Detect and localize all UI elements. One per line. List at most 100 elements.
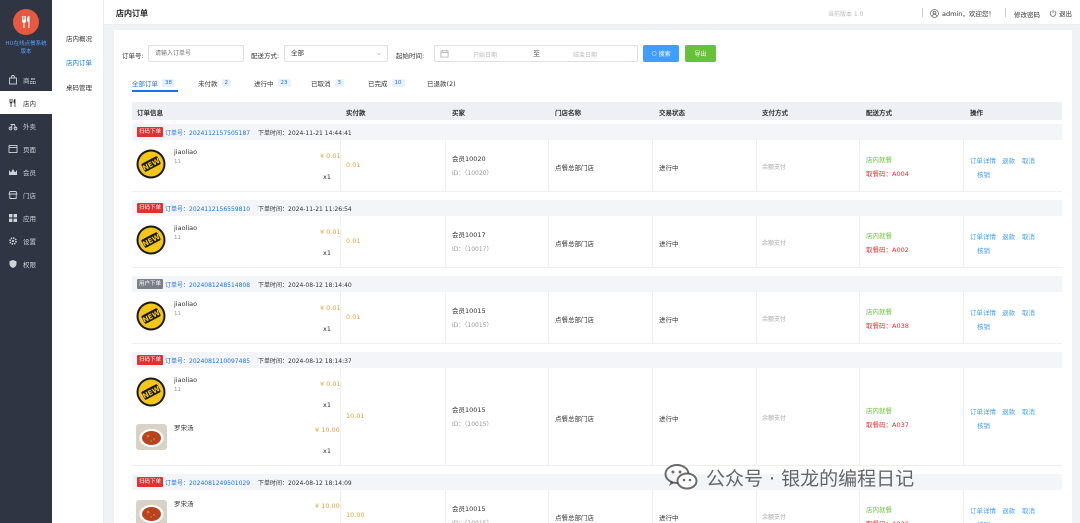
order-time: 下单时间：2024-08-12 18:14:40 <box>258 282 352 289</box>
nav-item-label: 商品 <box>23 76 36 85</box>
order-number[interactable]: 订单号：2024112157505187 <box>165 128 250 137</box>
nav-item-8[interactable]: 权限 <box>0 252 52 275</box>
column-divider <box>548 490 549 523</box>
order-number[interactable]: 订单号：2024081249501029 <box>165 478 250 487</box>
refund-link[interactable]: 退款 <box>1002 307 1015 317</box>
new-badge-product-image: NEW <box>136 149 166 179</box>
tab-1[interactable]: 未付款 2 <box>198 78 231 88</box>
buyer-id: ID：（10020） <box>452 170 493 177</box>
verify-link[interactable]: 核销 <box>977 245 990 255</box>
subnav-overview[interactable]: 店内概况 <box>66 33 92 43</box>
tab-2[interactable]: 进行中 23 <box>254 78 291 88</box>
subnav-orders[interactable]: 店内订单 <box>66 57 92 67</box>
tab-4[interactable]: 已完成 10 <box>368 78 405 88</box>
nav-item-2[interactable]: 外卖 <box>0 114 52 137</box>
refund-link[interactable]: 退款 <box>1002 406 1015 416</box>
watermark-text: 公众号 · 银龙的编程日记 <box>706 467 915 490</box>
verify-link[interactable]: 核销 <box>977 321 990 331</box>
cancel-link[interactable]: 取消 <box>1022 406 1035 416</box>
start-date[interactable]: 开始日期 <box>473 50 497 59</box>
trade-status: 进行中 <box>659 514 679 522</box>
app-logo-icon[interactable] <box>13 9 39 35</box>
brand-name: HU在线点餐系统 版本 <box>5 41 47 55</box>
buyer-name[interactable]: 会员10015 <box>452 305 486 315</box>
nav-item-label: 设置 <box>23 237 36 246</box>
cancel-link[interactable]: 取消 <box>1022 155 1035 165</box>
user-info[interactable]: admin，欢迎您！ <box>930 8 995 18</box>
column-divider <box>859 216 860 267</box>
tab-3[interactable]: 已取消 3 <box>311 78 344 88</box>
column-divider <box>756 292 757 343</box>
sub-sidebar: 店内概况 店内订单 桌码管理 <box>52 0 104 523</box>
order-number[interactable]: 订单号：2024081248514808 <box>165 280 250 289</box>
search-button[interactable]: ○ 搜索 <box>643 45 679 62</box>
nav-item-4[interactable]: 会员 <box>0 160 52 183</box>
tab-0[interactable]: 全部订单 38 <box>132 78 175 88</box>
column-divider <box>548 368 549 465</box>
order-group-header: 扫码下单 订单号：2024112156559810 下单时间：2024-11-21 … <box>132 200 1062 216</box>
product-quantity: x1 <box>323 173 331 181</box>
delivery-select[interactable]: 全部 ⌄ <box>284 45 388 62</box>
date-range-picker[interactable]: 开始日期 至 结束日期 <box>434 45 638 62</box>
pickup-code: 取餐码：A036 <box>866 518 909 523</box>
store-name: 点餐总部门店 <box>555 415 594 423</box>
refund-link[interactable]: 退款 <box>1002 231 1015 241</box>
payment-method: 余额支付 <box>762 514 787 521</box>
order-detail-link[interactable]: 订单详情 <box>970 231 996 241</box>
verify-link[interactable]: 核销 <box>977 169 990 179</box>
order-source-badge: 扫码下单 <box>137 477 164 487</box>
order-number[interactable]: 订单号：2024081210097485 <box>165 356 250 365</box>
order-number[interactable]: 订单号：2024112156559810 <box>165 204 250 213</box>
nav-item-5[interactable]: 门店 <box>0 183 52 206</box>
nav-item-1[interactable]: 店内 <box>0 91 52 114</box>
crown-icon <box>8 167 18 177</box>
buyer-name[interactable]: 会员10020 <box>452 153 486 163</box>
payment-method: 余额支付 <box>762 164 787 171</box>
column-divider <box>963 490 964 523</box>
order-detail-link[interactable]: 订单详情 <box>970 307 996 317</box>
refund-link[interactable]: 退款 <box>1002 505 1015 515</box>
main-nav: 商品店内 外卖 页面 会员 门店 应用设置权限 <box>0 68 52 275</box>
order-detail-link[interactable]: 订单详情 <box>970 155 996 165</box>
change-password-link[interactable]: 修改密码 <box>1014 9 1040 19</box>
header-divider <box>922 8 923 17</box>
nav-item-0[interactable]: 商品 <box>0 68 52 91</box>
tab-5[interactable]: 已退款(2) <box>427 78 456 88</box>
order-source-badge: 用户下单 <box>137 279 164 289</box>
verify-link[interactable]: 核销 <box>977 519 990 523</box>
cancel-link[interactable]: 取消 <box>1022 307 1035 317</box>
order-row: NEW jiaoliao 11 ¥ 0.01 x1 0.01 会员10020 ID：（1002… <box>132 140 1062 192</box>
column-divider <box>445 216 446 267</box>
cancel-link[interactable]: 取消 <box>1022 231 1035 241</box>
subnav-table-codes[interactable]: 桌码管理 <box>66 82 92 92</box>
new-badge-product-image: NEW <box>136 377 166 407</box>
column-divider <box>548 216 549 267</box>
end-date[interactable]: 结束日期 <box>573 50 597 59</box>
export-button[interactable]: 导出 <box>685 45 716 62</box>
buyer-name[interactable]: 会员10017 <box>452 229 486 239</box>
payment-method: 余额支付 <box>762 240 787 247</box>
order-no-input[interactable] <box>148 45 244 62</box>
column-divider <box>445 368 446 465</box>
buyer-id: ID：（10015） <box>452 518 492 523</box>
refund-link[interactable]: 退款 <box>1002 155 1015 165</box>
nav-item-6[interactable]: 应用 <box>0 206 52 229</box>
order-detail-link[interactable]: 订单详情 <box>970 406 996 416</box>
order-detail-link[interactable]: 订单详情 <box>970 505 996 515</box>
nav-item-7[interactable]: 设置 <box>0 229 52 252</box>
buyer-name[interactable]: 会员10015 <box>452 503 486 513</box>
delivery-label: 配送方式: <box>251 52 280 60</box>
delivery-method: 店内就餐 <box>866 407 892 415</box>
column-divider <box>859 292 860 343</box>
logout-button[interactable]: 退出 <box>1049 8 1072 18</box>
column-divider <box>756 368 757 465</box>
buyer-name[interactable]: 会员10015 <box>452 404 486 414</box>
order-group-header: 扫码下单 订单号：2024081210097485 下单时间：2024-08-12 … <box>132 352 1062 368</box>
column-header: 操作 <box>970 109 983 117</box>
product-price: ¥ 0.01 <box>320 152 341 160</box>
verify-link[interactable]: 核销 <box>977 420 990 430</box>
cancel-link[interactable]: 取消 <box>1022 505 1035 515</box>
nav-item-3[interactable]: 页面 <box>0 137 52 160</box>
tab-label: 已取消 <box>311 80 331 88</box>
pickup-code: 取餐码：A038 <box>866 322 909 330</box>
